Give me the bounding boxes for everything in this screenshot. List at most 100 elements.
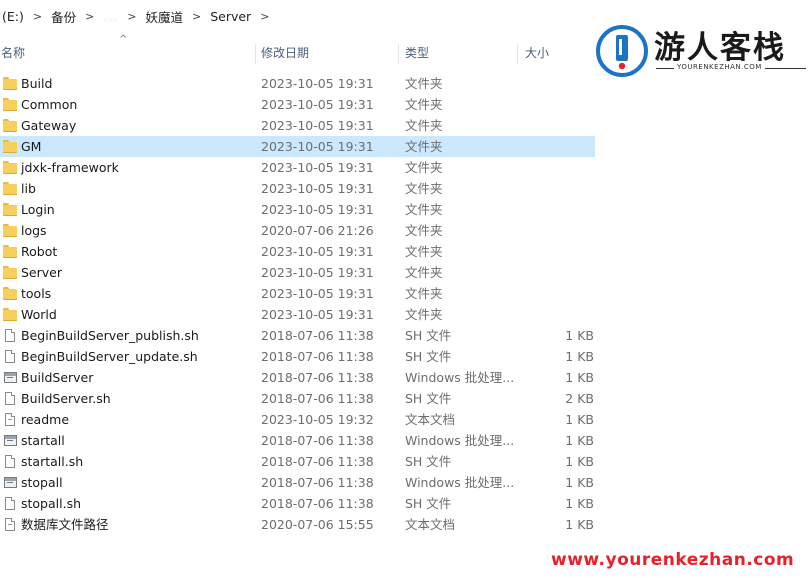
file-name: Robot	[21, 244, 58, 259]
row-icon-cell	[2, 136, 18, 157]
row-icon-cell	[2, 346, 18, 367]
folder-row[interactable]: World 2023-10-05 19:31 文件夹	[0, 304, 600, 325]
column-header-name[interactable]: 名称	[1, 40, 25, 66]
file-type: 文件夹	[405, 118, 443, 133]
folder-row[interactable]: Robot 2023-10-05 19:31 文件夹	[0, 241, 600, 262]
row-icon-cell	[2, 430, 18, 451]
text-file-icon	[5, 518, 15, 531]
folder-row[interactable]: logs 2020-07-06 21:26 文件夹	[0, 220, 600, 241]
file-type: SH 文件	[405, 349, 452, 364]
chevron-right-icon[interactable]: >	[81, 10, 98, 23]
column-header-size[interactable]: 大小	[525, 40, 549, 66]
file-type: 文件夹	[405, 139, 443, 154]
row-icon-cell	[2, 493, 18, 514]
row-icon-cell	[2, 178, 18, 199]
file-row[interactable]: startall 2018-07-06 11:38 Windows 批处理... 1 …	[0, 430, 600, 451]
folder-row[interactable]: Gateway 2023-10-05 19:31 文件夹	[0, 115, 600, 136]
file-name: BuildServer.sh	[21, 391, 111, 406]
file-name: startall	[21, 433, 65, 448]
file-type: 文件夹	[405, 244, 443, 259]
file-row[interactable]: stopall 2018-07-06 11:38 Windows 批处理... 1 K…	[0, 472, 600, 493]
row-icon-cell	[2, 262, 18, 283]
column-divider[interactable]	[517, 44, 518, 64]
file-type: SH 文件	[405, 391, 452, 406]
file-name: Gateway	[21, 118, 77, 133]
file-size: 1 KB	[565, 412, 594, 427]
folder-icon	[3, 161, 17, 174]
file-row[interactable]: readme 2023-10-05 19:32 文本文档 1 KB	[0, 409, 600, 430]
file-name: BeginBuildServer_update.sh	[21, 349, 198, 364]
text-file-icon	[5, 413, 15, 426]
row-icon-cell	[2, 115, 18, 136]
file-type: SH 文件	[405, 496, 452, 511]
chevron-right-icon[interactable]: >	[256, 10, 273, 23]
file-size: 1 KB	[565, 328, 594, 343]
column-header-date[interactable]: 修改日期	[261, 40, 309, 66]
folder-row[interactable]: Server 2023-10-05 19:31 文件夹	[0, 262, 600, 283]
row-icon-cell	[2, 283, 18, 304]
file-date: 2023-10-05 19:31	[261, 139, 374, 154]
row-icon-cell	[2, 157, 18, 178]
file-date: 2023-10-05 19:32	[261, 412, 374, 427]
file-row[interactable]: BuildServer.sh 2018-07-06 11:38 SH 文件 2 KB	[0, 388, 600, 409]
batch-file-icon	[3, 477, 17, 488]
file-type: 文件夹	[405, 265, 443, 280]
folder-row[interactable]: GM 2023-10-05 19:31 文件夹	[0, 136, 595, 157]
breadcrumb-item[interactable]: 妖魔道	[140, 7, 188, 26]
folder-icon	[3, 140, 17, 153]
file-name: Build	[21, 76, 53, 91]
column-divider[interactable]	[398, 44, 399, 64]
file-size: 1 KB	[565, 475, 594, 490]
chevron-right-icon[interactable]: >	[123, 10, 140, 23]
file-icon	[5, 329, 15, 342]
chevron-right-icon[interactable]: >	[188, 10, 205, 23]
folder-row[interactable]: lib 2023-10-05 19:31 文件夹	[0, 178, 600, 199]
file-type: 文件夹	[405, 160, 443, 175]
file-type: 文件夹	[405, 97, 443, 112]
file-date: 2023-10-05 19:31	[261, 244, 374, 259]
file-name: logs	[21, 223, 47, 238]
file-date: 2018-07-06 11:38	[261, 349, 374, 364]
folder-row[interactable]: Common 2023-10-05 19:31 文件夹	[0, 94, 600, 115]
folder-row[interactable]: jdxk-framework 2023-10-05 19:31 文件夹	[0, 157, 600, 178]
folder-icon	[3, 182, 17, 195]
file-row[interactable]: BuildServer 2018-07-06 11:38 Windows 批处理..…	[0, 367, 600, 388]
column-header-type[interactable]: 类型	[405, 40, 429, 66]
folder-row[interactable]: Build 2023-10-05 19:31 文件夹	[0, 73, 600, 94]
file-size: 1 KB	[565, 433, 594, 448]
breadcrumb-item[interactable]: 备份	[46, 7, 81, 26]
file-type: 文件夹	[405, 307, 443, 322]
file-type: 文件夹	[405, 286, 443, 301]
folder-icon	[3, 119, 17, 132]
folder-icon	[3, 245, 17, 258]
file-date: 2018-07-06 11:38	[261, 496, 374, 511]
watermark-subtitle: YOURENKEZHAN.COM	[674, 63, 765, 71]
breadcrumb-item[interactable]: Server	[205, 9, 256, 24]
row-icon-cell	[2, 409, 18, 430]
chevron-right-icon[interactable]: >	[29, 10, 46, 23]
file-icon	[5, 455, 15, 468]
batch-file-icon	[3, 435, 17, 446]
folder-row[interactable]: Login 2023-10-05 19:31 文件夹	[0, 199, 600, 220]
file-row[interactable]: BeginBuildServer_publish.sh 2018-07-06 11…	[0, 325, 600, 346]
file-icon	[5, 392, 15, 405]
file-row[interactable]: 数据库文件路径 2020-07-06 15:55 文本文档 1 KB	[0, 514, 600, 535]
file-name: BeginBuildServer_publish.sh	[21, 328, 199, 343]
file-date: 2023-10-05 19:31	[261, 97, 374, 112]
breadcrumb-item[interactable]: (E:)	[0, 9, 29, 24]
file-row[interactable]: stopall.sh 2018-07-06 11:38 SH 文件 1 KB	[0, 493, 600, 514]
folder-icon	[3, 203, 17, 216]
file-date: 2018-07-06 11:38	[261, 370, 374, 385]
column-divider[interactable]	[255, 44, 256, 64]
file-name: stopall	[21, 475, 63, 490]
file-icon	[5, 497, 15, 510]
file-date: 2023-10-05 19:31	[261, 202, 374, 217]
folder-row[interactable]: tools 2023-10-05 19:31 文件夹	[0, 283, 600, 304]
file-name: jdxk-framework	[21, 160, 119, 175]
file-row[interactable]: startall.sh 2018-07-06 11:38 SH 文件 1 KB	[0, 451, 600, 472]
file-date: 2023-10-05 19:31	[261, 181, 374, 196]
file-name: stopall.sh	[21, 496, 82, 511]
breadcrumb-item[interactable]: ...	[98, 9, 123, 24]
file-row[interactable]: BeginBuildServer_update.sh 2018-07-06 11:…	[0, 346, 600, 367]
file-type: 文件夹	[405, 181, 443, 196]
